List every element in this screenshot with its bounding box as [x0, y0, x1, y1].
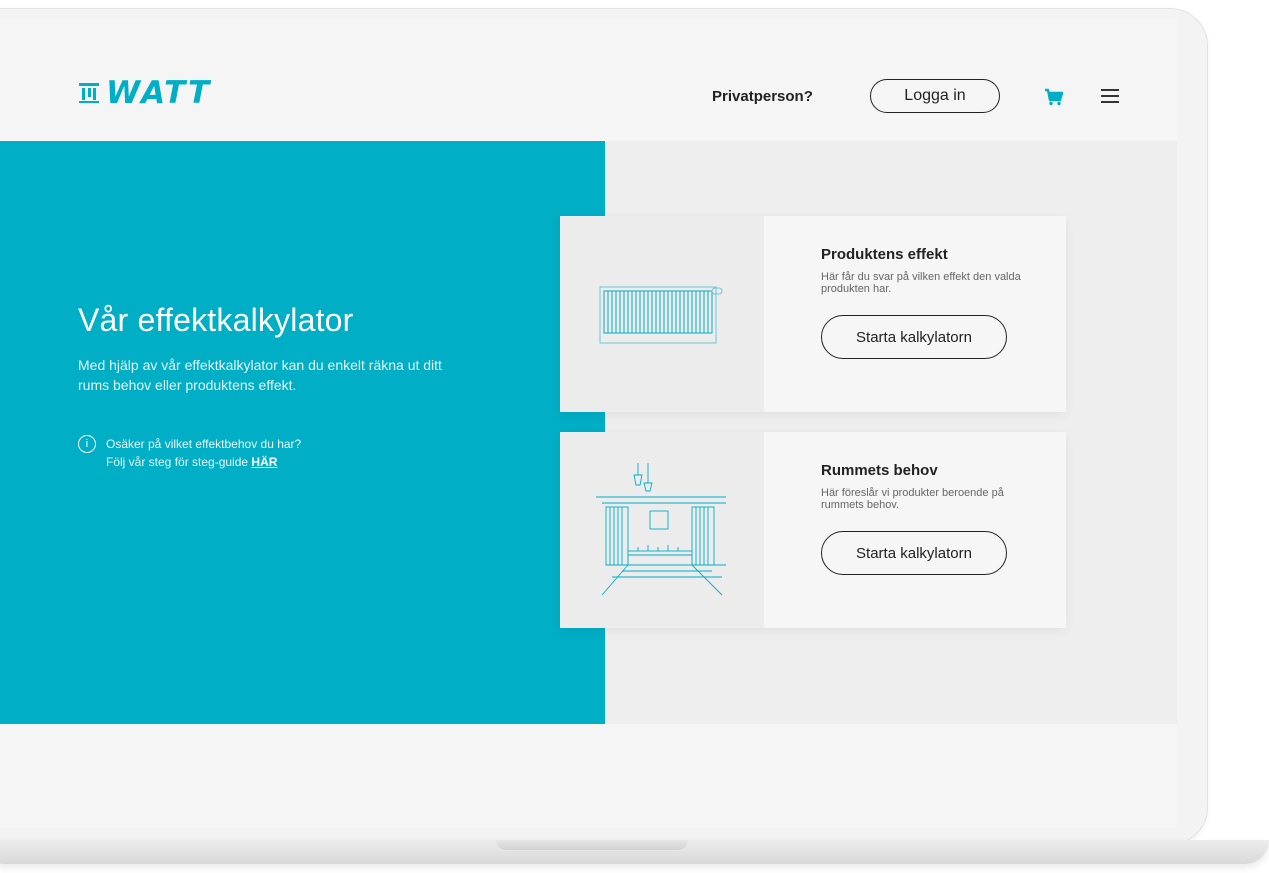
- info-line-2-text: Följ vår steg för steg-guide: [106, 455, 252, 469]
- hamburger-menu-icon[interactable]: [1101, 89, 1119, 103]
- radiator-icon: [599, 286, 723, 344]
- start-calculator-button-product[interactable]: Starta kalkylatorn: [821, 315, 1007, 359]
- card-title: Rummets behov: [821, 462, 938, 479]
- hero-teal-panel: [0, 141, 605, 724]
- cart-icon[interactable]: [1044, 88, 1064, 106]
- login-button[interactable]: Logga in: [870, 79, 1000, 113]
- card-product-effect-body: Produktens effekt Här får du svar på vil…: [764, 216, 1066, 412]
- hero-title: Vår effektkalkylator: [78, 302, 354, 338]
- guide-link[interactable]: HÄR: [251, 455, 277, 469]
- room-icon: [596, 463, 726, 596]
- hero-description: Med hjälp av vår effektkalkylator kan du…: [78, 357, 442, 393]
- start-calculator-button-room[interactable]: Starta kalkylatorn: [821, 531, 1007, 575]
- info-icon: i: [78, 435, 96, 453]
- info-line-1: Osäker på vilket effektbehov du har?: [106, 437, 302, 451]
- info-line-2: Följ vår steg för steg-guide HÄR: [106, 453, 301, 471]
- room-illustration: [560, 432, 764, 628]
- card-title: Produktens effekt: [821, 246, 948, 263]
- info-text: Osäker på vilket effektbehov du har? Föl…: [106, 435, 301, 471]
- card-product-effect: Produktens effekt Här får du svar på vil…: [560, 216, 1066, 412]
- radiator-illustration: [560, 216, 764, 412]
- info-row: i Osäker på vilket effektbehov du har? F…: [78, 435, 301, 471]
- logo-text: WATT: [106, 75, 212, 111]
- card-room-need: Rummets behov Här föreslår vi produkter …: [560, 432, 1066, 628]
- privatperson-link[interactable]: Privatperson?: [712, 88, 813, 105]
- card-description: Här får du svar på vilken effekt den val…: [821, 271, 1021, 295]
- card-description: Här föreslår vi produkter beroende på ru…: [821, 487, 1004, 511]
- card-room-need-body: Rummets behov Här föreslår vi produkter …: [764, 432, 1066, 628]
- watt-logo[interactable]: WATT: [78, 75, 212, 111]
- browser-screen: WATT Privatperson? Logga in Vår effektka…: [0, 18, 1177, 828]
- laptop-notch: [496, 840, 688, 850]
- logo-mark-icon: [79, 83, 99, 103]
